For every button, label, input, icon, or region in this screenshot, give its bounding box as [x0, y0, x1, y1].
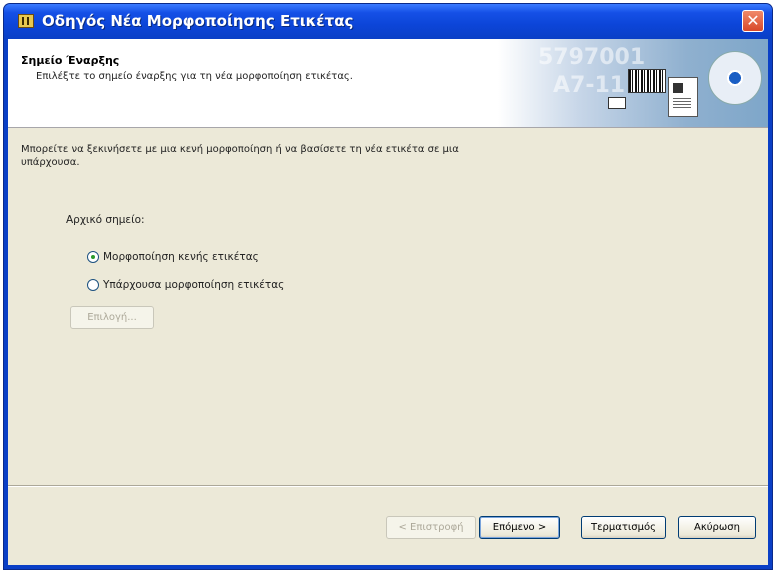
app-icon — [18, 14, 34, 28]
barcode-icon — [628, 69, 666, 93]
banner-text: A7-11 — [553, 73, 626, 98]
radio-button[interactable] — [87, 279, 99, 291]
cd-disc-icon — [708, 51, 762, 105]
header-subtitle: Επιλέξτε το σημείο έναρξης για τη νέα μο… — [36, 71, 353, 82]
radio-existing-format[interactable]: Υπάρχουσα μορφοποίηση ετικέτας — [87, 279, 284, 291]
browse-button[interactable]: Επιλογή... — [70, 306, 154, 329]
title-bar[interactable]: Οδηγός Νέα Μορφοποίησης Ετικέτας ✕ — [4, 4, 772, 39]
window-title: Οδηγός Νέα Μορφοποίησης Ετικέτας — [42, 12, 354, 30]
banner-text: 5797001 — [538, 45, 646, 70]
finish-button[interactable]: Τερματισμός — [581, 516, 666, 539]
close-button[interactable]: ✕ — [742, 10, 764, 32]
radio-button-selected[interactable] — [87, 251, 99, 263]
wizard-window: Οδηγός Νέα Μορφοποίησης Ετικέτας ✕ Σημεί… — [4, 4, 772, 569]
next-button[interactable]: Επόμενο > — [479, 516, 560, 539]
small-label-icon — [608, 97, 626, 109]
label-document-icon — [668, 77, 698, 117]
radio-blank-format[interactable]: Μορφοποίηση κενής ετικέτας — [87, 251, 259, 263]
wizard-header: Σημείο Έναρξης Επιλέξτε το σημείο έναρξη… — [8, 39, 768, 128]
footer-separator — [8, 485, 768, 487]
cancel-button[interactable]: Ακύρωση — [678, 516, 756, 539]
header-banner-image: 5797001 A7-11 — [498, 39, 768, 127]
radio-label[interactable]: Υπάρχουσα μορφοποίηση ετικέτας — [103, 279, 284, 291]
start-point-label: Αρχικό σημείο: — [66, 214, 145, 226]
header-title: Σημείο Έναρξης — [21, 54, 120, 67]
radio-label[interactable]: Μορφοποίηση κενής ετικέτας — [103, 251, 259, 263]
intro-text: Μπορείτε να ξεκινήσετε με μια κενή μορφο… — [21, 144, 459, 168]
wizard-client-area: Σημείο Έναρξης Επιλέξτε το σημείο έναρξη… — [8, 39, 768, 565]
back-button[interactable]: < Επιστροφή — [386, 516, 476, 539]
